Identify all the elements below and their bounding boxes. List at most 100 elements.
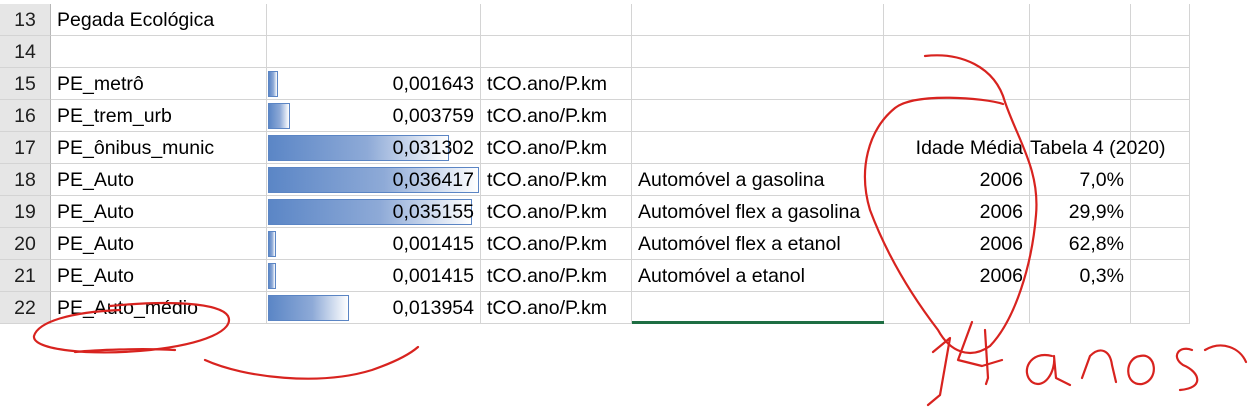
label-cell[interactable]: PE_metrô (51, 68, 267, 100)
empty-cell[interactable] (1131, 228, 1190, 260)
handwriting-four (956, 320, 1004, 386)
row-number[interactable]: 20 (0, 228, 51, 260)
value-text: 0,035155 (392, 201, 474, 223)
label-cell[interactable]: PE_ônibus_munic (51, 132, 267, 164)
value-text: 0,003759 (392, 105, 474, 127)
unit-cell[interactable]: tCO.ano/P.km (481, 228, 632, 260)
label-cell[interactable]: PE_Auto (51, 260, 267, 292)
description-cell[interactable]: Automóvel flex a etanol (632, 228, 884, 260)
value-cell[interactable]: 0,035155 (267, 196, 481, 228)
empty-cell[interactable] (1131, 132, 1190, 164)
value-cell[interactable]: 0,013954 (267, 292, 481, 324)
description-cell[interactable] (632, 36, 884, 68)
label-cell[interactable]: PE_Auto (51, 164, 267, 196)
value-cell[interactable] (267, 36, 481, 68)
curved-stroke (203, 345, 420, 380)
handwriting-o (1127, 354, 1155, 386)
label-cell[interactable]: PE_Auto (51, 228, 267, 260)
year-cell[interactable] (884, 68, 1030, 100)
value-cell[interactable]: 0,001415 (267, 228, 481, 260)
row-number[interactable]: 13 (0, 4, 51, 36)
unit-cell[interactable]: tCO.ano/P.km (481, 196, 632, 228)
description-cell[interactable] (632, 100, 884, 132)
year-cell[interactable]: Idade Média (884, 132, 1030, 164)
value-text: 0,001643 (392, 73, 474, 95)
sheet-row: 13 Pegada Ecológica (0, 4, 1190, 36)
underline-stroke (73, 348, 177, 354)
spreadsheet-grid: 13 Pegada Ecológica 14 15 PE_metrô 0,001643 tC… (0, 0, 1248, 326)
year-cell[interactable]: 2006 (884, 260, 1030, 292)
label-cell[interactable] (51, 36, 267, 68)
percent-cell[interactable] (1030, 100, 1131, 132)
description-cell[interactable] (632, 68, 884, 100)
row-number[interactable]: 21 (0, 260, 51, 292)
row-number[interactable]: 14 (0, 36, 51, 68)
percent-cell[interactable]: Tabela 4 (2020) (1030, 132, 1166, 164)
value-text: 0,013954 (392, 297, 474, 319)
year-cell[interactable] (884, 4, 1030, 36)
row-number[interactable]: 18 (0, 164, 51, 196)
percent-cell[interactable] (1030, 36, 1131, 68)
label-cell[interactable]: PE_Auto (51, 196, 267, 228)
handwriting-one (926, 336, 952, 407)
empty-cell[interactable] (1131, 164, 1190, 196)
unit-cell[interactable]: tCO.ano/P.km (481, 260, 632, 292)
unit-cell[interactable]: tCO.ano/P.km (481, 100, 632, 132)
row-number[interactable]: 16 (0, 100, 51, 132)
description-cell[interactable] (632, 132, 884, 164)
percent-cell[interactable]: 29,9% (1030, 196, 1131, 228)
row-number[interactable]: 22 (0, 292, 51, 324)
value-cell[interactable]: 0,001415 (267, 260, 481, 292)
data-bar (268, 295, 349, 321)
value-text: 0,001415 (392, 233, 474, 255)
year-cell[interactable]: 2006 (884, 196, 1030, 228)
value-cell[interactable] (267, 4, 481, 36)
empty-cell[interactable] (1131, 4, 1190, 36)
year-cell[interactable] (884, 292, 1030, 324)
unit-cell[interactable]: tCO.ano/P.km (481, 292, 632, 324)
label-cell[interactable]: PE_trem_urb (51, 100, 267, 132)
unit-cell[interactable]: tCO.ano/P.km (481, 164, 632, 196)
unit-cell[interactable]: tCO.ano/P.km (481, 132, 632, 164)
data-bar (268, 71, 278, 97)
unit-cell[interactable] (481, 36, 632, 68)
value-text: 0,031302 (392, 137, 474, 159)
description-cell[interactable] (632, 4, 884, 36)
percent-cell[interactable]: 7,0% (1030, 164, 1131, 196)
percent-cell[interactable] (1030, 68, 1131, 100)
value-cell[interactable]: 0,036417 (267, 164, 481, 196)
percent-cell[interactable] (1030, 4, 1131, 36)
row-number[interactable]: 15 (0, 68, 51, 100)
empty-cell[interactable] (1131, 196, 1190, 228)
empty-cell[interactable] (1131, 100, 1190, 132)
value-text: 0,001415 (392, 265, 474, 287)
unit-cell[interactable]: tCO.ano/P.km (481, 68, 632, 100)
label-cell[interactable]: Pegada Ecológica (51, 4, 267, 36)
value-text: 0,036417 (392, 169, 474, 191)
value-cell[interactable]: 0,003759 (267, 100, 481, 132)
description-cell[interactable]: Automóvel a etanol (632, 260, 884, 292)
percent-cell[interactable]: 62,8% (1030, 228, 1131, 260)
sheet-row: 20 PE_Auto 0,001415 tCO.ano/P.km Automóvel f… (0, 228, 1190, 260)
row-number[interactable]: 19 (0, 196, 51, 228)
label-cell[interactable]: PE_Auto_médio (51, 292, 267, 324)
empty-cell[interactable] (1131, 36, 1190, 68)
year-cell[interactable]: 2006 (884, 164, 1030, 196)
year-cell[interactable] (884, 36, 1030, 68)
percent-cell[interactable] (1030, 292, 1131, 324)
year-cell[interactable] (884, 100, 1030, 132)
year-cell[interactable]: 2006 (884, 228, 1030, 260)
value-cell[interactable]: 0,031302 (267, 132, 481, 164)
empty-cell[interactable] (1131, 260, 1190, 292)
description-cell[interactable] (632, 292, 884, 324)
sheet-row: 22 PE_Auto_médio 0,013954 tCO.ano/P.km (0, 292, 1190, 324)
empty-cell[interactable] (1131, 292, 1190, 324)
empty-cell[interactable] (1131, 68, 1190, 100)
percent-cell[interactable]: 0,3% (1030, 260, 1131, 292)
row-number[interactable]: 17 (0, 132, 51, 164)
unit-cell[interactable] (481, 4, 632, 36)
sheet-row: 15 PE_metrô 0,001643 tCO.ano/P.km (0, 68, 1190, 100)
description-cell[interactable]: Automóvel flex a gasolina (632, 196, 884, 228)
description-cell[interactable]: Automóvel a gasolina (632, 164, 884, 196)
value-cell[interactable]: 0,001643 (267, 68, 481, 100)
